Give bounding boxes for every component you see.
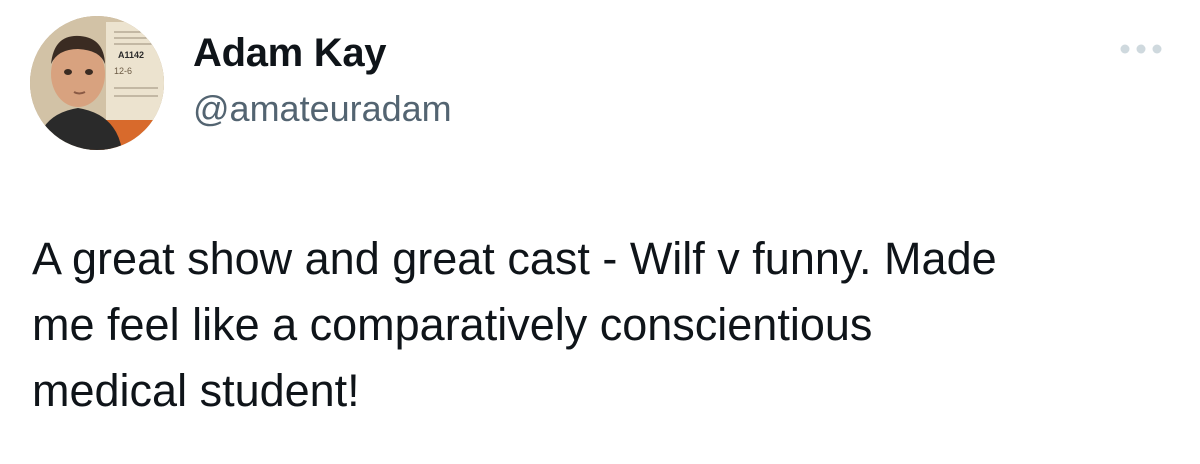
svg-text:12-6: 12-6: [114, 66, 132, 76]
tweet-text: A great show and great cast - Wilf v fun…: [32, 233, 997, 416]
avatar-image: A1142 12-6: [30, 16, 164, 150]
avatar[interactable]: A1142 12-6: [30, 16, 164, 150]
more-horizontal-icon: [1120, 44, 1162, 54]
svg-text:A1142: A1142: [118, 50, 144, 60]
more-options-button[interactable]: [1114, 36, 1168, 62]
author-display-name[interactable]: Adam Kay: [193, 30, 387, 76]
author-handle[interactable]: @amateuradam: [193, 88, 452, 130]
tweet-card: A1142 12-6 Adam Kay @amateuradam A great…: [0, 0, 1200, 464]
